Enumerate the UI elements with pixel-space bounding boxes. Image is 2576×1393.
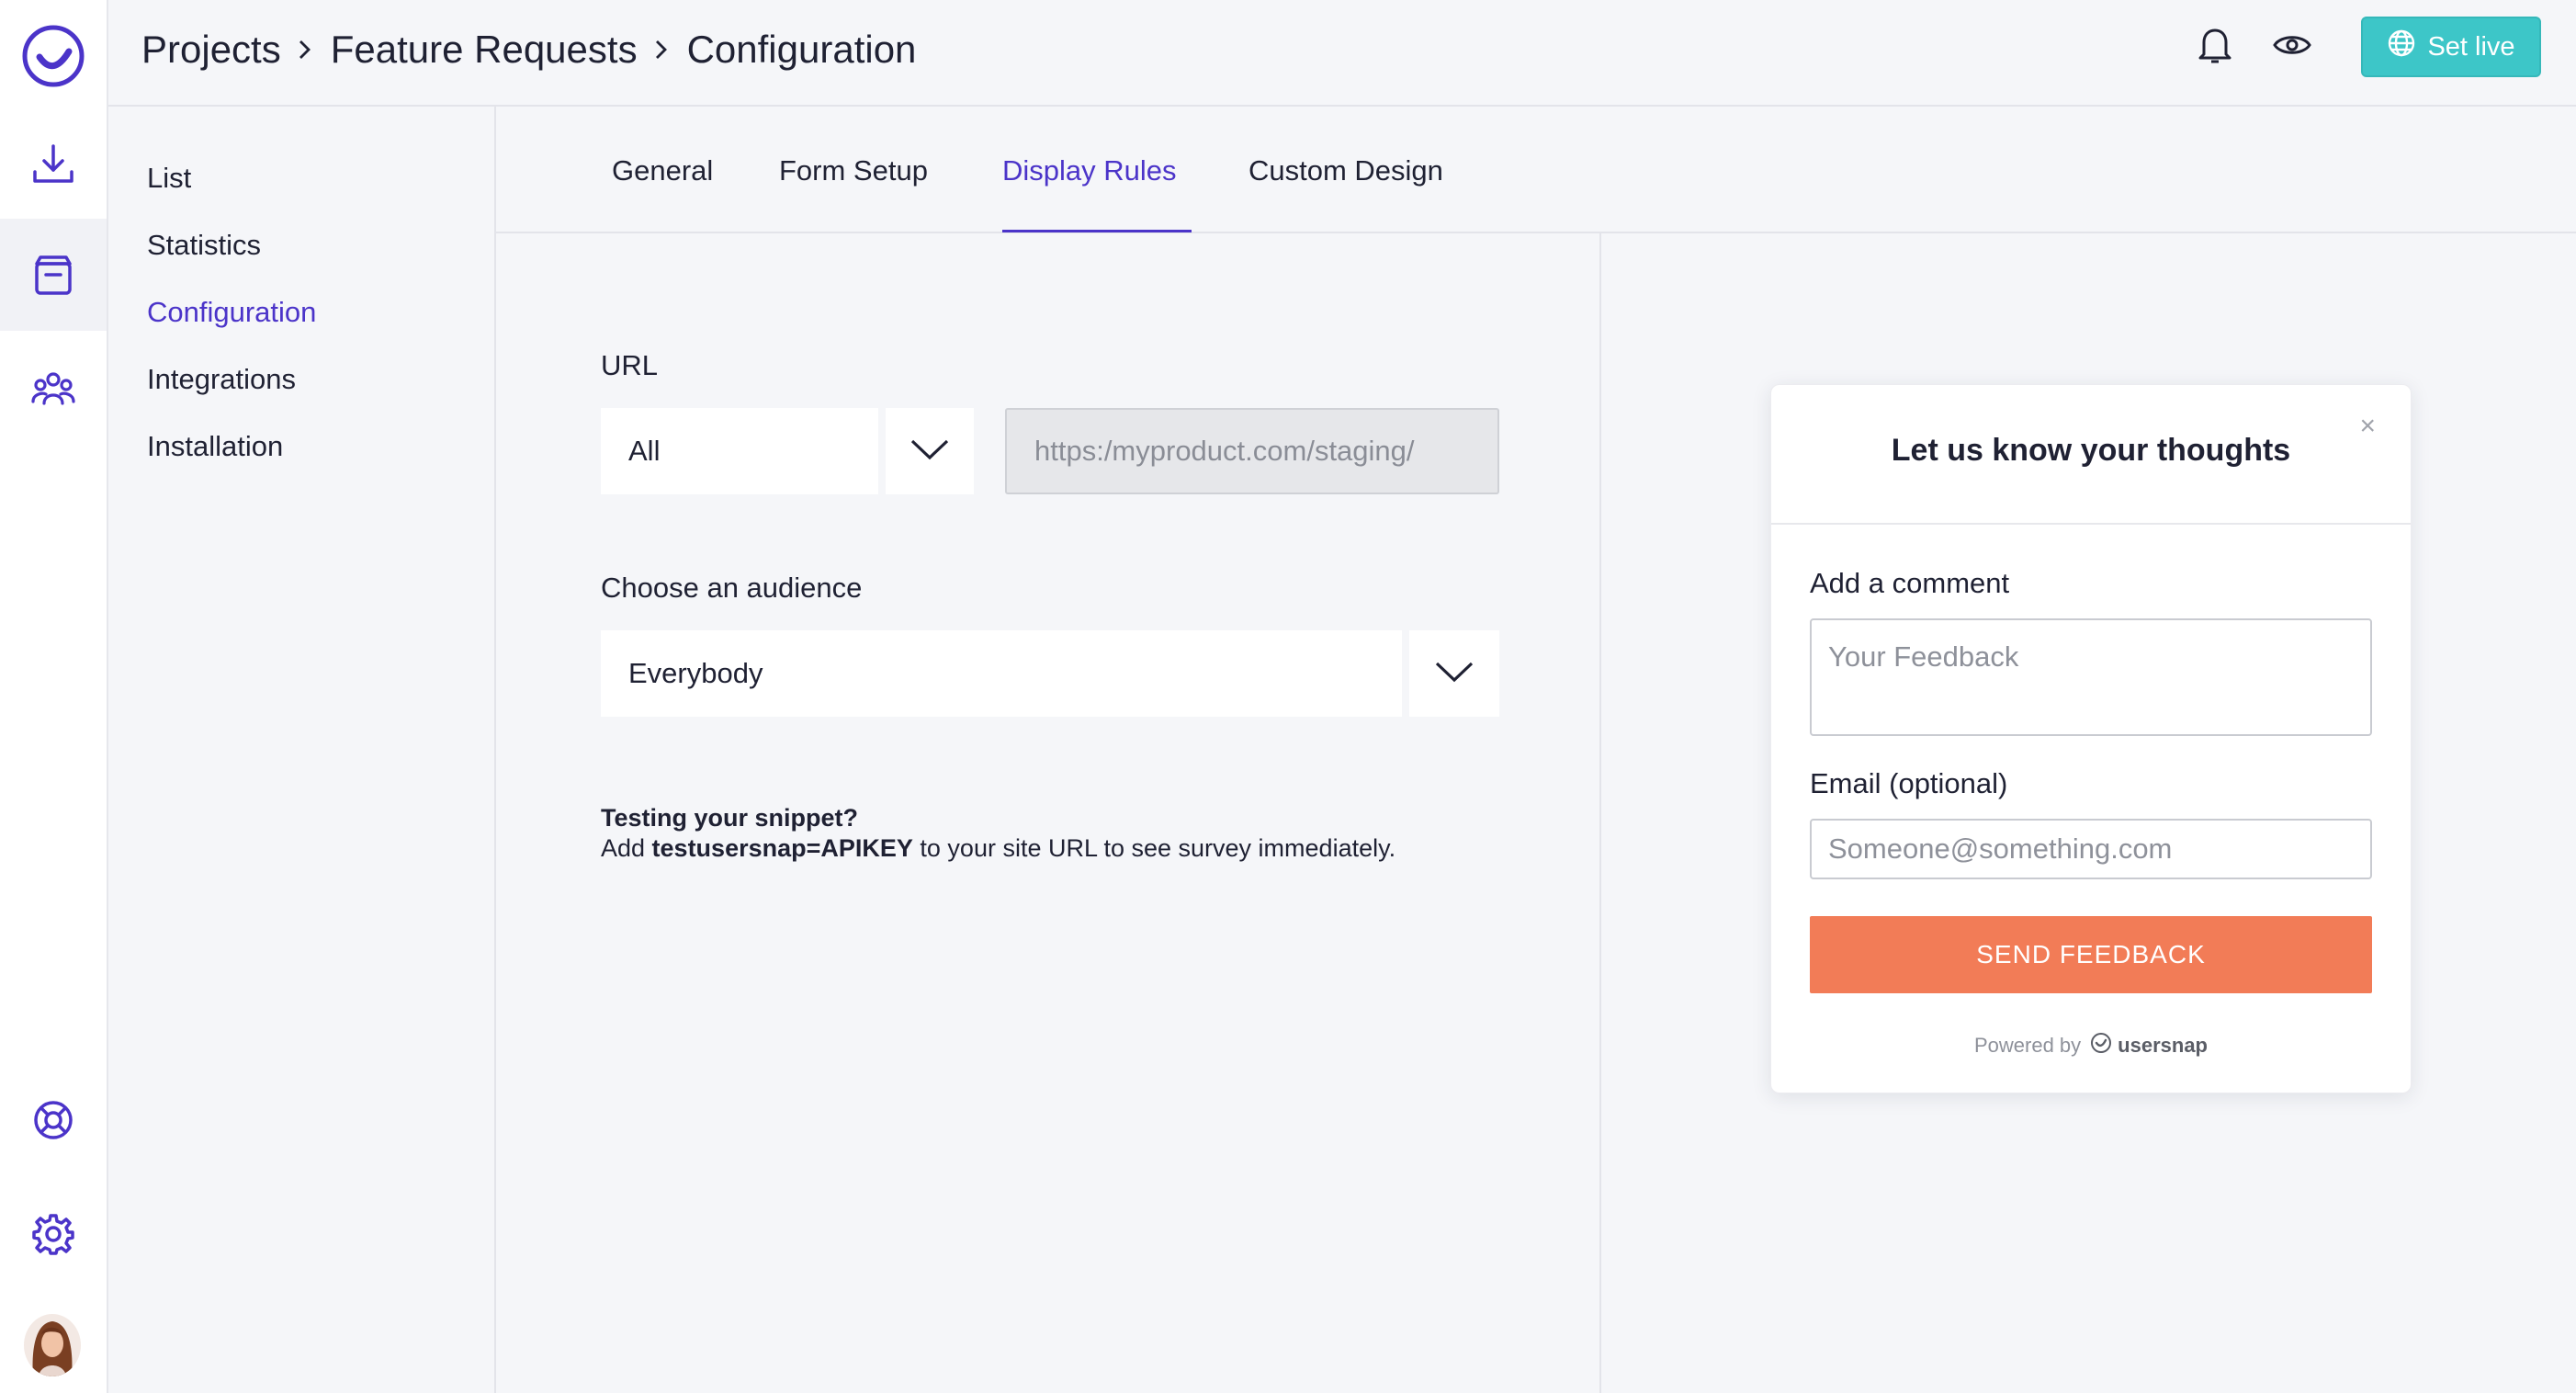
subnav-item-list[interactable]: List xyxy=(147,162,191,195)
hint-code: testusersnap=APIKEY xyxy=(651,834,913,862)
active-tab-indicator xyxy=(1002,230,1192,232)
users-icon xyxy=(29,365,77,413)
url-input-placeholder: https:/myproduct.com/staging/ xyxy=(1034,435,1415,467)
breadcrumb-configuration: Configuration xyxy=(686,28,917,71)
breadcrumb: Projects Feature Requests Configuration xyxy=(141,24,916,75)
notifications-button[interactable] xyxy=(2185,17,2245,77)
rail-team-button[interactable] xyxy=(0,333,107,445)
email-placeholder: Someone@something.com xyxy=(1828,832,2173,865)
hint-title: Testing your snippet? xyxy=(601,804,859,832)
avatar[interactable] xyxy=(24,1314,81,1376)
tab-display-rules[interactable]: Display Rules xyxy=(1002,154,1177,187)
set-live-button[interactable]: Set live xyxy=(2361,17,2541,77)
left-rail xyxy=(0,0,108,1393)
rail-projects-button[interactable] xyxy=(0,219,107,331)
preview-button[interactable] xyxy=(2262,17,2322,77)
url-input[interactable]: https:/myproduct.com/staging/ xyxy=(1005,408,1499,494)
send-feedback-button[interactable]: SEND FEEDBACK xyxy=(1810,916,2372,993)
comment-placeholder: Your Feedback xyxy=(1828,640,2019,673)
subnav-item-integrations[interactable]: Integrations xyxy=(147,363,296,396)
project-subnav: List Statistics Configuration Integratio… xyxy=(108,107,496,1393)
logo-icon xyxy=(21,24,85,88)
rail-download-button[interactable] xyxy=(0,108,107,221)
audience-select[interactable]: Everybody xyxy=(601,630,1402,717)
chevron-down-icon xyxy=(910,437,950,466)
breadcrumb-feature-requests[interactable]: Feature Requests xyxy=(331,28,638,72)
lifebuoy-icon xyxy=(30,1097,76,1143)
url-match-select[interactable]: All xyxy=(601,408,878,494)
widget-divider xyxy=(1771,523,2411,525)
subnav-item-installation[interactable]: Installation xyxy=(147,430,283,463)
tab-form-setup[interactable]: Form Setup xyxy=(779,154,928,187)
feedback-widget-preview: × Let us know your thoughts Add a commen… xyxy=(1770,384,2412,1093)
comment-label: Add a comment xyxy=(1810,567,2010,599)
brand-name[interactable]: usersnap xyxy=(2118,1034,2208,1058)
top-bar: Projects Feature Requests Configuration xyxy=(108,0,2576,107)
url-label: URL xyxy=(601,349,659,381)
app-logo[interactable] xyxy=(0,0,107,112)
rail-help-button[interactable] xyxy=(0,1064,107,1176)
widget-title: Let us know your thoughts xyxy=(1891,433,2291,468)
url-match-value: All xyxy=(628,435,661,467)
chevron-down-icon xyxy=(1434,660,1474,688)
usersnap-logo-icon xyxy=(2081,1032,2112,1059)
chevron-right-icon xyxy=(298,37,312,62)
config-tabs: General Form Setup Display Rules Custom … xyxy=(496,107,2576,233)
inbox-icon xyxy=(29,251,77,299)
download-icon xyxy=(29,141,77,188)
powered-by-label: Powered by xyxy=(1973,1034,2082,1057)
url-match-dropdown-button[interactable] xyxy=(886,408,974,494)
header-actions: Set live xyxy=(2185,17,2541,77)
bell-icon xyxy=(2197,25,2233,70)
globe-icon xyxy=(2387,28,2427,65)
send-feedback-label: SEND FEEDBACK xyxy=(1976,940,2206,968)
powered-by: Powered by usersnap xyxy=(1771,1032,2411,1059)
email-label: Email (optional) xyxy=(1810,767,2008,799)
panel-divider xyxy=(1599,233,1601,1393)
tab-custom-design[interactable]: Custom Design xyxy=(1248,154,1443,187)
audience-value: Everybody xyxy=(628,657,763,689)
email-field[interactable]: Someone@something.com xyxy=(1810,819,2372,879)
breadcrumb-projects[interactable]: Projects xyxy=(141,28,281,72)
chevron-right-icon xyxy=(654,37,669,62)
comment-textarea[interactable]: Your Feedback xyxy=(1810,618,2372,736)
hint-suffix: to your site URL to see survey immediate… xyxy=(912,834,1396,862)
subnav-item-statistics[interactable]: Statistics xyxy=(147,229,261,262)
rail-settings-button[interactable] xyxy=(0,1178,107,1290)
gear-icon xyxy=(30,1211,76,1257)
set-live-label: Set live xyxy=(2427,31,2515,62)
snippet-hint: Testing your snippet? Add testusersnap=A… xyxy=(601,803,1395,864)
tab-general[interactable]: General xyxy=(612,154,713,187)
subnav-item-configuration[interactable]: Configuration xyxy=(147,296,316,329)
audience-dropdown-button[interactable] xyxy=(1409,630,1499,717)
eye-icon xyxy=(2272,31,2312,63)
audience-label: Choose an audience xyxy=(601,572,863,604)
hint-prefix: Add xyxy=(601,834,652,862)
